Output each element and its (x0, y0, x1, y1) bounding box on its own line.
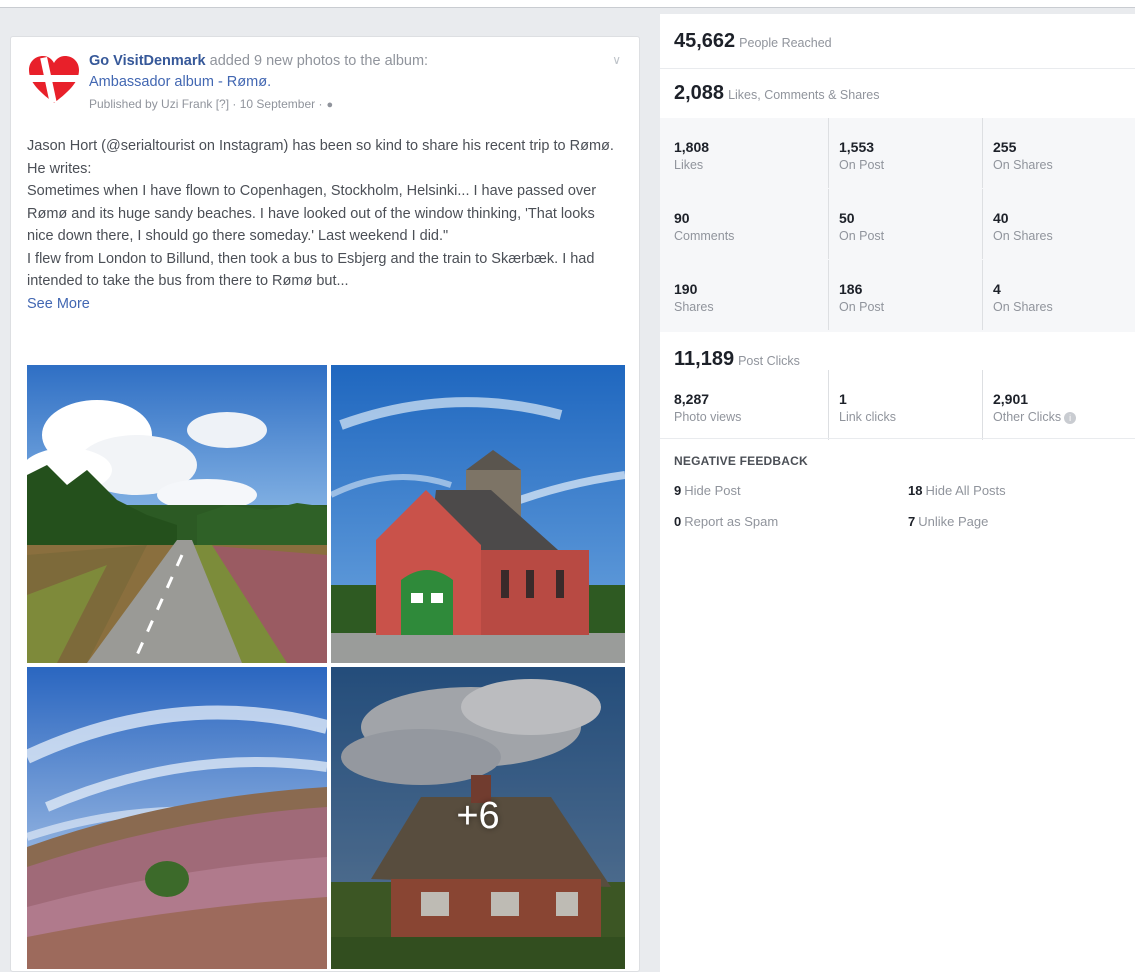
comments-total: 90 Comments (674, 210, 735, 243)
post-header-text: Go VisitDenmark added 9 new photos to th… (89, 51, 609, 115)
photo-church[interactable] (331, 365, 625, 663)
shares-on-post: 186 On Post (828, 260, 978, 330)
photo-views: 8,287 Photo views (674, 391, 742, 424)
info-icon[interactable]: i (1064, 411, 1077, 424)
people-reached: 45,662 People Reached (674, 30, 832, 53)
see-more-link[interactable]: See More (27, 296, 90, 312)
divider (660, 438, 1135, 439)
post-header: Go VisitDenmark added 9 new photos to th… (27, 51, 627, 129)
photo-thatched-house[interactable]: +6 (331, 667, 625, 969)
comments-on-post: 50 On Post (828, 189, 978, 259)
post-clicks-value: 11,189 (674, 348, 735, 370)
hide-all-posts-count: 18 Hide All Posts (908, 483, 1006, 498)
insights-panel: 45,662 People Reached 2,088 Likes, Comment… (660, 14, 1135, 972)
negative-feedback-title: NEGATIVE FEEDBACK (674, 454, 808, 468)
engagement-total: 2,088 Likes, Comments & Shares (674, 82, 880, 105)
post-title-line: Go VisitDenmark added 9 new photos to th… (89, 51, 609, 72)
likes-total: 1,808 Likes (674, 139, 710, 172)
post-paragraph: I flew from London to Billund, then took… (27, 250, 595, 290)
top-bar (0, 0, 1135, 8)
people-reached-label: People Reached (739, 36, 832, 50)
globe-icon: ● (326, 99, 334, 111)
likes-on-post: 1,553 On Post (828, 118, 978, 188)
unlike-page-count: 7 Unlike Page (908, 514, 989, 529)
post-clicks: 11,189 Post Clicks (674, 348, 800, 371)
shares-on-shares: 4 On Shares (982, 260, 1132, 330)
shares-row: 190 Shares 186 On Post 4 On Shares (660, 260, 1135, 330)
photo-road[interactable] (27, 365, 327, 663)
likes-on-shares: 255 On Shares (982, 118, 1132, 188)
engagement-breakdown: 1,808 Likes 1,553 On Post 255 On Shares 90 C… (660, 118, 1135, 332)
likes-row: 1,808 Likes 1,553 On Post 255 On Shares (660, 118, 1135, 188)
clicks-row: 8,287 Photo views 1 Link clicks 2,901 Other… (660, 370, 1135, 440)
post-body: Jason Hort (@serialtourist on Instagram)… (27, 135, 617, 315)
post-card: Go VisitDenmark added 9 new photos to th… (10, 36, 640, 972)
engagement-label: Likes, Comments & Shares (728, 88, 880, 102)
shares-total: 190 Shares (674, 281, 714, 314)
chevron-down-icon[interactable]: ∨ (612, 53, 621, 67)
post-paragraph: Sometimes when I have flown to Copenhage… (27, 183, 597, 244)
album-link[interactable]: Ambassador album - Rømø. (89, 72, 609, 93)
engagement-value: 2,088 (674, 82, 725, 104)
page-name-link[interactable]: Go VisitDenmark (89, 53, 206, 69)
photo-grid: +6 (27, 365, 625, 969)
more-photos-count[interactable]: +6 (331, 795, 625, 838)
comments-row: 90 Comments 50 On Post 40 On Shares (660, 189, 1135, 259)
divider (660, 68, 1135, 69)
photo-heather-hill[interactable] (27, 667, 327, 969)
published-by: Published by Uzi Frank [?] · 10 Septembe… (89, 97, 323, 111)
comments-on-shares: 40 On Shares (982, 189, 1132, 259)
other-clicks: 2,901 Other Clicks i (982, 370, 1132, 440)
hide-post-count: 9 Hide Post (674, 483, 741, 498)
link-clicks: 1 Link clicks (828, 370, 978, 440)
post-meta: Published by Uzi Frank [?] · 10 Septembe… (89, 94, 609, 115)
post-action-text: added 9 new photos to the album: (209, 53, 429, 69)
report-spam-count: 0 Report as Spam (674, 514, 779, 529)
post-paragraph: Jason Hort (@serialtourist on Instagram)… (27, 138, 614, 177)
post-clicks-label: Post Clicks (738, 354, 800, 368)
visitdenmark-logo[interactable] (27, 53, 81, 107)
people-reached-value: 45,662 (674, 30, 736, 52)
